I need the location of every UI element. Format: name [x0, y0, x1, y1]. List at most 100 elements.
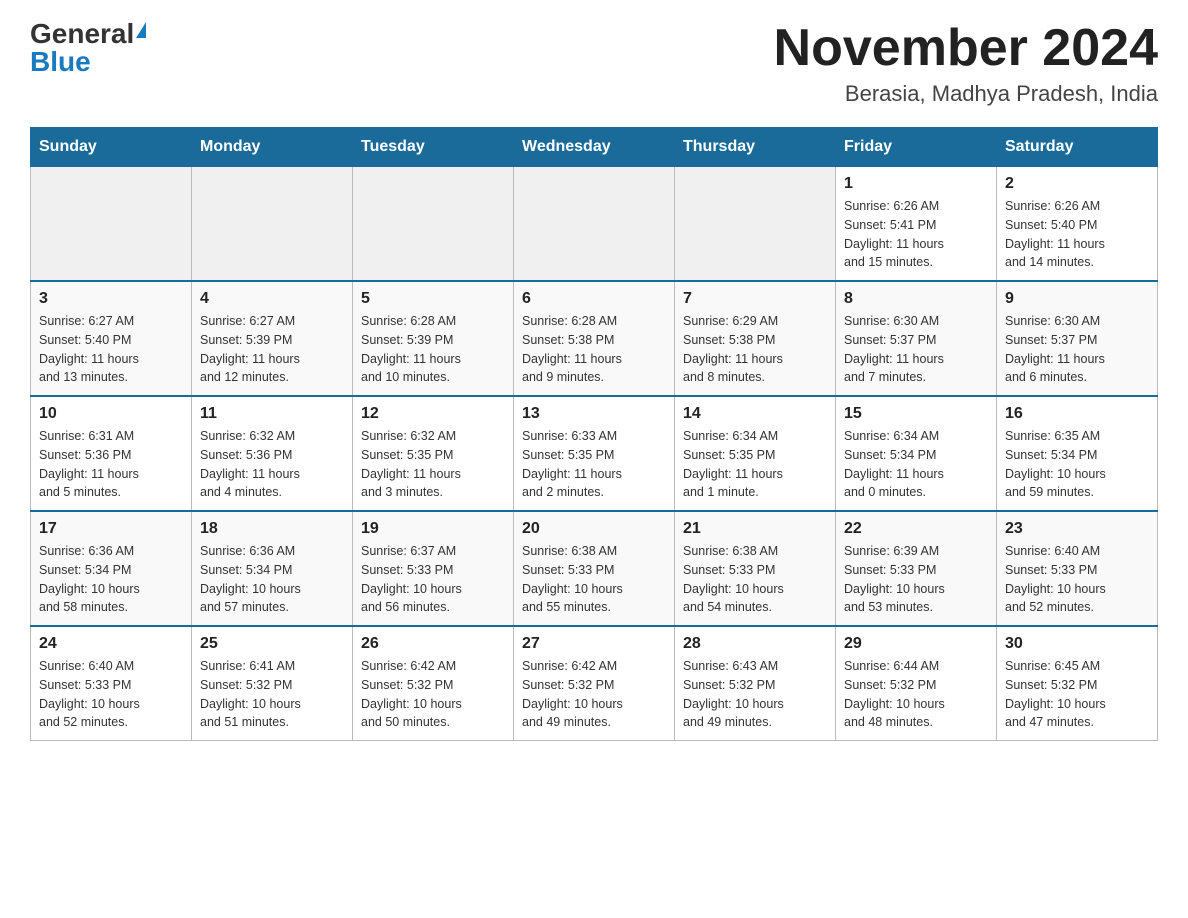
day-number: 17 [39, 520, 183, 538]
calendar-day-cell: 24Sunrise: 6:40 AM Sunset: 5:33 PM Dayli… [31, 626, 192, 741]
day-info: Sunrise: 6:40 AM Sunset: 5:33 PM Dayligh… [39, 657, 183, 732]
calendar-day-cell: 26Sunrise: 6:42 AM Sunset: 5:32 PM Dayli… [353, 626, 514, 741]
day-number: 8 [844, 290, 988, 308]
day-info: Sunrise: 6:41 AM Sunset: 5:32 PM Dayligh… [200, 657, 344, 732]
calendar-day-cell: 7Sunrise: 6:29 AM Sunset: 5:38 PM Daylig… [675, 281, 836, 396]
calendar-day-cell: 30 Sunrise: 6:45 AM Sunset: 5:32 PM Dayli… [997, 626, 1158, 741]
logo: General Blue [30, 20, 146, 76]
calendar-day-cell [192, 167, 353, 282]
calendar-day-cell: 17 Sunrise: 6:36 AM Sunset: 5:34 PM Dayli… [31, 511, 192, 626]
calendar-day-cell: 9Sunrise: 6:30 AM Sunset: 5:37 PM Daylig… [997, 281, 1158, 396]
day-number: 27 [522, 635, 666, 653]
calendar-day-cell [514, 167, 675, 282]
calendar-day-cell: 14 Sunrise: 6:34 AM Sunset: 5:35 PM Dayli… [675, 396, 836, 511]
calendar-week-row: 3 Sunrise: 6:27 AM Sunset: 5:40 PM Daylig… [31, 281, 1158, 396]
calendar-day-cell [675, 167, 836, 282]
day-number: 11 [200, 405, 344, 423]
day-number: 4 [200, 290, 344, 308]
calendar-week-row: 24Sunrise: 6:40 AM Sunset: 5:33 PM Dayli… [31, 626, 1158, 741]
calendar-day-cell: 12 Sunrise: 6:32 AM Sunset: 5:35 PM Dayli… [353, 396, 514, 511]
day-info: Sunrise: 6:32 AM Sunset: 5:35 PM Dayligh… [361, 427, 505, 502]
calendar-day-cell: 6 Sunrise: 6:28 AM Sunset: 5:38 PM Daylig… [514, 281, 675, 396]
day-info: Sunrise: 6:36 AM Sunset: 5:34 PM Dayligh… [200, 542, 344, 617]
day-number: 2 [1005, 175, 1149, 193]
day-number: 6 [522, 290, 666, 308]
day-info: Sunrise: 6:34 AM Sunset: 5:35 PM Dayligh… [683, 427, 827, 502]
calendar-day-cell: 16 Sunrise: 6:35 AM Sunset: 5:34 PM Dayli… [997, 396, 1158, 511]
day-number: 5 [361, 290, 505, 308]
day-info: Sunrise: 6:40 AM Sunset: 5:33 PM Dayligh… [1005, 542, 1149, 617]
day-number: 9 [1005, 290, 1149, 308]
day-of-week-header: Tuesday [353, 128, 514, 167]
day-number: 7 [683, 290, 827, 308]
day-of-week-header: Wednesday [514, 128, 675, 167]
calendar-table: SundayMondayTuesdayWednesdayThursdayFrid… [30, 127, 1158, 741]
day-number: 29 [844, 635, 988, 653]
day-info: Sunrise: 6:28 AM Sunset: 5:39 PM Dayligh… [361, 312, 505, 387]
calendar-day-cell: 27 Sunrise: 6:42 AM Sunset: 5:32 PM Dayli… [514, 626, 675, 741]
calendar-day-cell [353, 167, 514, 282]
calendar-day-cell: 25Sunrise: 6:41 AM Sunset: 5:32 PM Dayli… [192, 626, 353, 741]
day-number: 13 [522, 405, 666, 423]
title-area: November 2024 Berasia, Madhya Pradesh, I… [774, 20, 1158, 107]
day-number: 19 [361, 520, 505, 538]
calendar-week-row: 1Sunrise: 6:26 AM Sunset: 5:41 PM Daylig… [31, 167, 1158, 282]
day-number: 30 [1005, 635, 1149, 653]
day-number: 23 [1005, 520, 1149, 538]
day-of-week-header: Friday [836, 128, 997, 167]
logo-blue-text: Blue [30, 46, 91, 77]
day-number: 26 [361, 635, 505, 653]
calendar-header-row: SundayMondayTuesdayWednesdayThursdayFrid… [31, 128, 1158, 167]
day-info: Sunrise: 6:42 AM Sunset: 5:32 PM Dayligh… [522, 657, 666, 732]
day-info: Sunrise: 6:45 AM Sunset: 5:32 PM Dayligh… [1005, 657, 1149, 732]
day-number: 21 [683, 520, 827, 538]
day-number: 12 [361, 405, 505, 423]
day-info: Sunrise: 6:43 AM Sunset: 5:32 PM Dayligh… [683, 657, 827, 732]
calendar-day-cell: 15 Sunrise: 6:34 AM Sunset: 5:34 PM Dayli… [836, 396, 997, 511]
day-of-week-header: Thursday [675, 128, 836, 167]
location-subtitle: Berasia, Madhya Pradesh, India [774, 81, 1158, 107]
day-info: Sunrise: 6:35 AM Sunset: 5:34 PM Dayligh… [1005, 427, 1149, 502]
day-number: 10 [39, 405, 183, 423]
calendar-week-row: 10 Sunrise: 6:31 AM Sunset: 5:36 PM Dayli… [31, 396, 1158, 511]
page-header: General Blue November 2024 Berasia, Madh… [30, 20, 1158, 107]
day-number: 3 [39, 290, 183, 308]
calendar-day-cell: 29 Sunrise: 6:44 AM Sunset: 5:32 PM Dayli… [836, 626, 997, 741]
calendar-day-cell: 19 Sunrise: 6:37 AM Sunset: 5:33 PM Dayli… [353, 511, 514, 626]
calendar-day-cell: 5 Sunrise: 6:28 AM Sunset: 5:39 PM Daylig… [353, 281, 514, 396]
day-info: Sunrise: 6:28 AM Sunset: 5:38 PM Dayligh… [522, 312, 666, 387]
day-info: Sunrise: 6:33 AM Sunset: 5:35 PM Dayligh… [522, 427, 666, 502]
day-info: Sunrise: 6:36 AM Sunset: 5:34 PM Dayligh… [39, 542, 183, 617]
day-info: Sunrise: 6:27 AM Sunset: 5:39 PM Dayligh… [200, 312, 344, 387]
calendar-day-cell: 18 Sunrise: 6:36 AM Sunset: 5:34 PM Dayli… [192, 511, 353, 626]
day-info: Sunrise: 6:31 AM Sunset: 5:36 PM Dayligh… [39, 427, 183, 502]
calendar-day-cell [31, 167, 192, 282]
day-info: Sunrise: 6:39 AM Sunset: 5:33 PM Dayligh… [844, 542, 988, 617]
day-info: Sunrise: 6:34 AM Sunset: 5:34 PM Dayligh… [844, 427, 988, 502]
day-info: Sunrise: 6:26 AM Sunset: 5:40 PM Dayligh… [1005, 197, 1149, 272]
calendar-day-cell: 8 Sunrise: 6:30 AM Sunset: 5:37 PM Daylig… [836, 281, 997, 396]
calendar-week-row: 17 Sunrise: 6:36 AM Sunset: 5:34 PM Dayli… [31, 511, 1158, 626]
calendar-day-cell: 1Sunrise: 6:26 AM Sunset: 5:41 PM Daylig… [836, 167, 997, 282]
day-info: Sunrise: 6:44 AM Sunset: 5:32 PM Dayligh… [844, 657, 988, 732]
calendar-day-cell: 21 Sunrise: 6:38 AM Sunset: 5:33 PM Dayli… [675, 511, 836, 626]
day-info: Sunrise: 6:27 AM Sunset: 5:40 PM Dayligh… [39, 312, 183, 387]
day-info: Sunrise: 6:26 AM Sunset: 5:41 PM Dayligh… [844, 197, 988, 272]
day-number: 28 [683, 635, 827, 653]
calendar-day-cell: 20Sunrise: 6:38 AM Sunset: 5:33 PM Dayli… [514, 511, 675, 626]
calendar-day-cell: 28 Sunrise: 6:43 AM Sunset: 5:32 PM Dayli… [675, 626, 836, 741]
day-number: 15 [844, 405, 988, 423]
logo-triangle-icon [136, 22, 146, 38]
calendar-day-cell: 4 Sunrise: 6:27 AM Sunset: 5:39 PM Daylig… [192, 281, 353, 396]
logo-general-text: General [30, 20, 134, 48]
day-number: 22 [844, 520, 988, 538]
day-info: Sunrise: 6:38 AM Sunset: 5:33 PM Dayligh… [683, 542, 827, 617]
day-of-week-header: Saturday [997, 128, 1158, 167]
day-info: Sunrise: 6:30 AM Sunset: 5:37 PM Dayligh… [844, 312, 988, 387]
day-number: 20 [522, 520, 666, 538]
day-info: Sunrise: 6:37 AM Sunset: 5:33 PM Dayligh… [361, 542, 505, 617]
day-number: 16 [1005, 405, 1149, 423]
day-number: 14 [683, 405, 827, 423]
calendar-day-cell: 23 Sunrise: 6:40 AM Sunset: 5:33 PM Dayli… [997, 511, 1158, 626]
day-number: 18 [200, 520, 344, 538]
